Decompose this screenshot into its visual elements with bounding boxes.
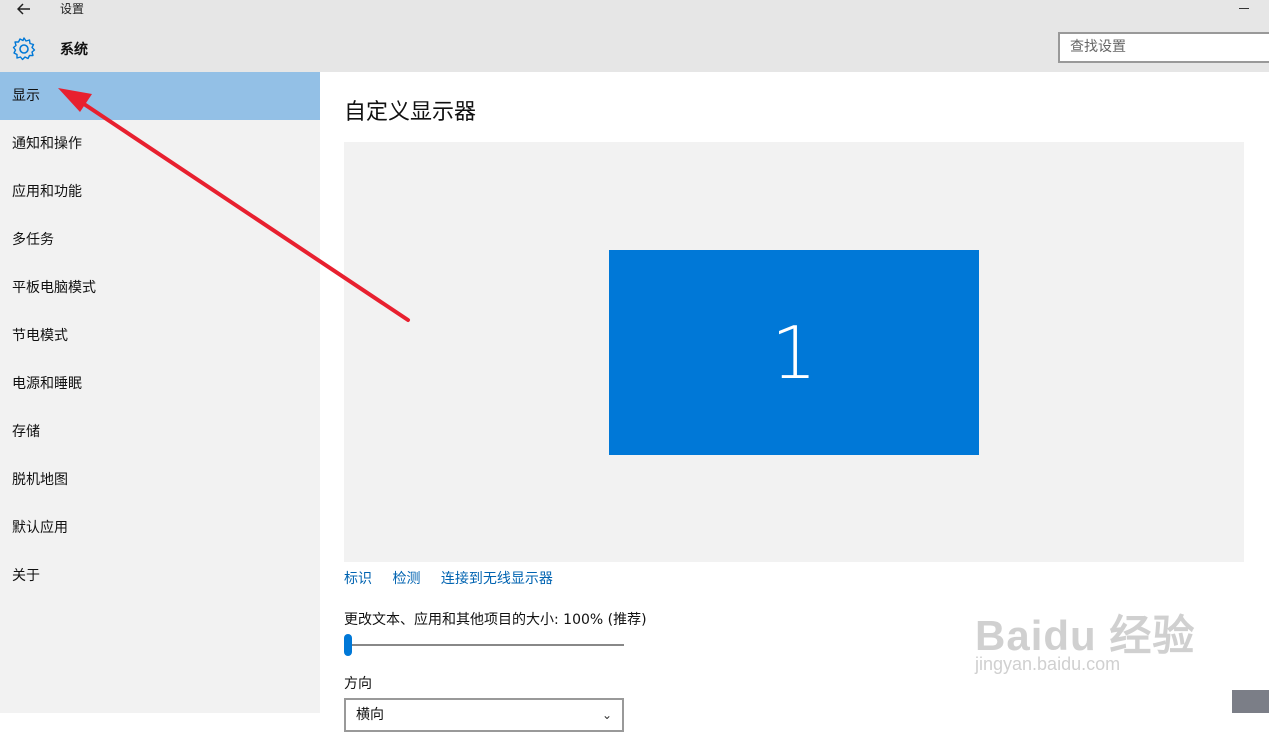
chevron-down-icon: ⌄ bbox=[601, 708, 612, 722]
sidebar-item-apps-features[interactable]: 应用和功能 bbox=[0, 168, 320, 216]
scale-label: 更改文本、应用和其他项目的大小: 100% (推荐) bbox=[344, 612, 647, 628]
orientation-value: 横向 bbox=[356, 707, 384, 723]
monitor-tile[interactable]: 1 bbox=[609, 250, 979, 455]
scale-slider[interactable] bbox=[344, 632, 624, 656]
minimize-button[interactable] bbox=[1229, 0, 1259, 16]
sidebar-item-notifications[interactable]: 通知和操作 bbox=[0, 120, 320, 168]
page-section-title: 系统 bbox=[60, 42, 88, 58]
orientation-label: 方向 bbox=[344, 676, 372, 692]
back-button[interactable] bbox=[10, 0, 38, 18]
monitor-number: 1 bbox=[771, 310, 817, 395]
sidebar-item-power-sleep[interactable]: 电源和睡眠 bbox=[0, 360, 320, 408]
title-bar: 设置 系统 查找设置 bbox=[0, 0, 1269, 72]
identify-link[interactable]: 标识 bbox=[344, 571, 372, 587]
connect-wireless-display-link[interactable]: 连接到无线显示器 bbox=[441, 571, 553, 587]
slider-track bbox=[344, 644, 624, 646]
window-title: 设置 bbox=[60, 2, 85, 16]
sidebar: 显示 通知和操作 应用和功能 多任务 平板电脑模式 节电模式 电源和睡眠 存储 … bbox=[0, 72, 320, 713]
search-input[interactable]: 查找设置 bbox=[1058, 32, 1269, 63]
detect-link[interactable]: 检测 bbox=[392, 571, 420, 587]
sidebar-item-offline-maps[interactable]: 脱机地图 bbox=[0, 456, 320, 504]
display-arrangement-area: 1 bbox=[344, 142, 1244, 562]
display-links: 标识 检测 连接到无线显示器 bbox=[344, 568, 569, 588]
corner-thumbnail bbox=[1232, 690, 1269, 713]
page-title: 自定义显示器 bbox=[344, 100, 477, 125]
sidebar-item-default-apps[interactable]: 默认应用 bbox=[0, 504, 320, 552]
sidebar-item-storage[interactable]: 存储 bbox=[0, 408, 320, 456]
sidebar-item-multitasking[interactable]: 多任务 bbox=[0, 216, 320, 264]
minimize-icon bbox=[1239, 7, 1249, 9]
sidebar-item-display[interactable]: 显示 bbox=[0, 72, 320, 120]
sidebar-item-about[interactable]: 关于 bbox=[0, 552, 320, 600]
sidebar-item-tablet-mode[interactable]: 平板电脑模式 bbox=[0, 264, 320, 312]
orientation-select[interactable]: 横向 ⌄ bbox=[344, 698, 624, 732]
sidebar-item-battery-saver[interactable]: 节电模式 bbox=[0, 312, 320, 360]
slider-thumb[interactable] bbox=[344, 634, 352, 656]
gear-icon bbox=[12, 37, 36, 61]
main-content: 自定义显示器 1 标识 检测 连接到无线显示器 更改文本、应用和其他项目的大小:… bbox=[320, 72, 1269, 732]
back-arrow-icon bbox=[17, 3, 30, 15]
